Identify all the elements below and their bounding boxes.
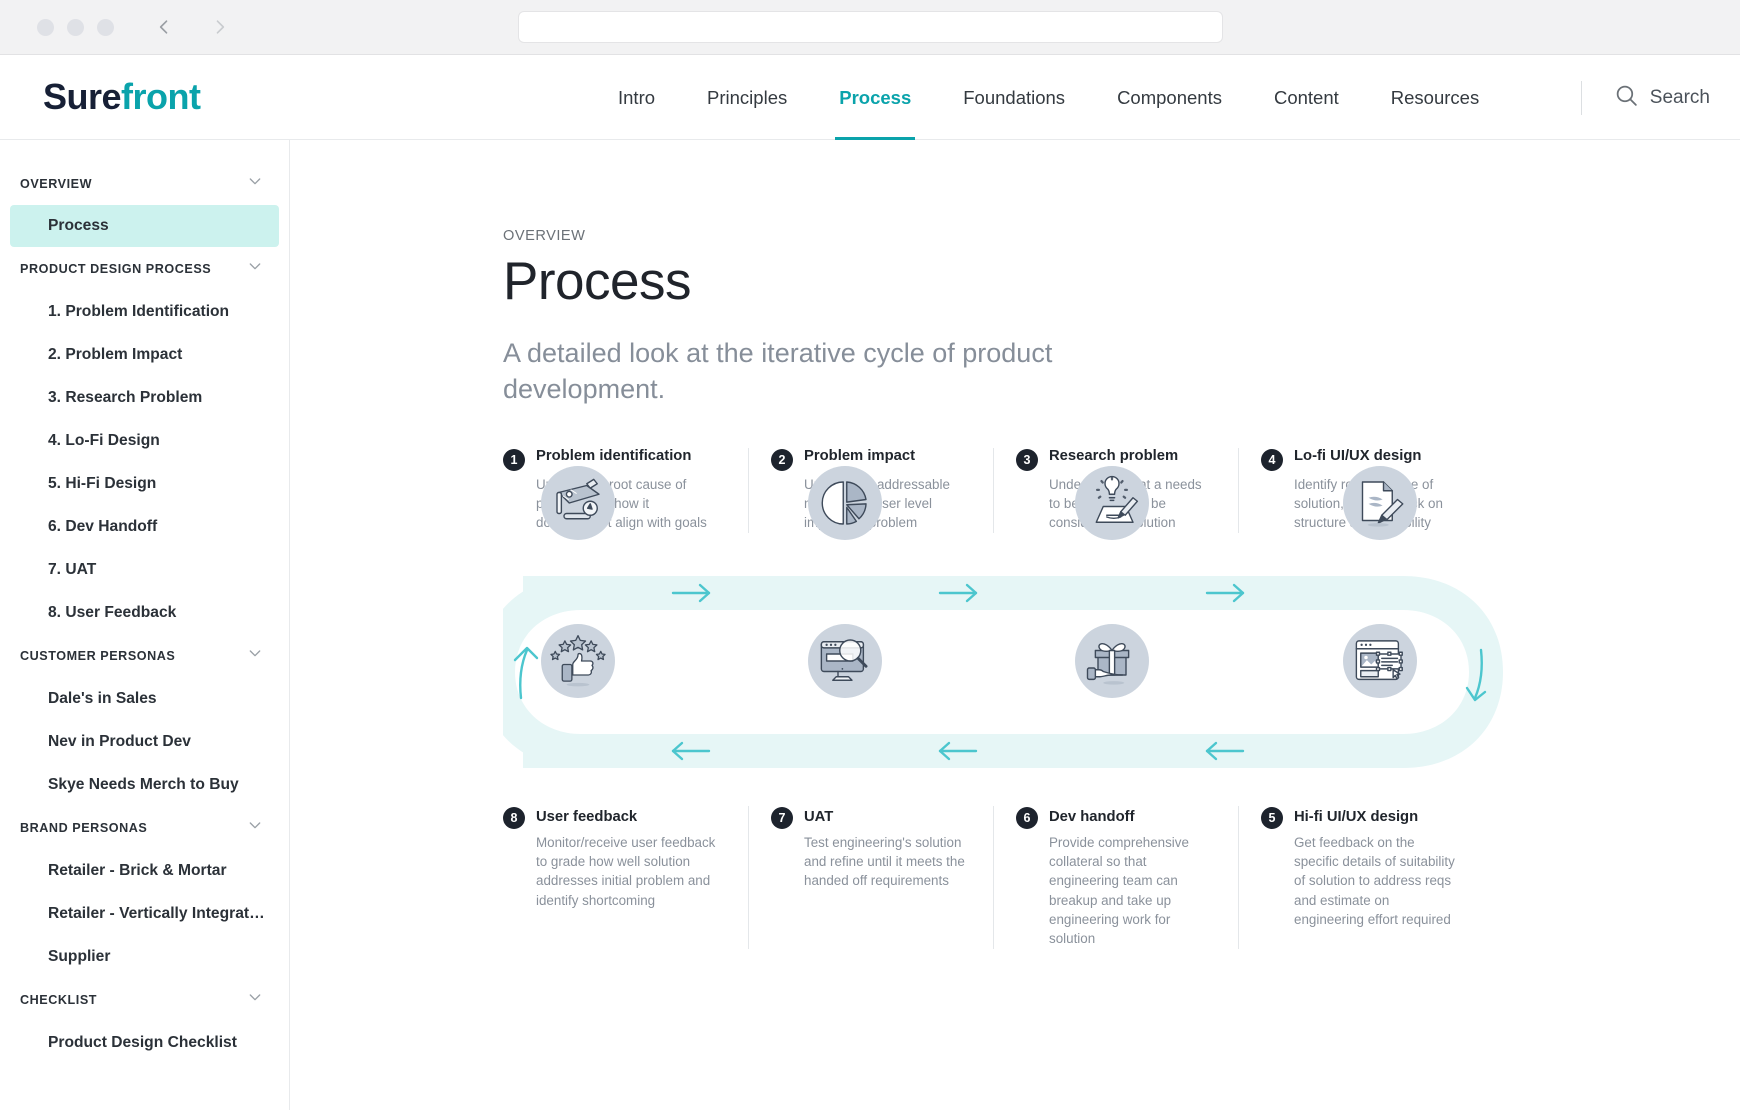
step-title: UAT [804,809,834,826]
nav-item-foundations[interactable]: Foundations [937,55,1091,140]
step-card-5: 5 Hi-fi UI/UX design Get feedback on the… [1238,805,1483,949]
process-node-7[interactable] [808,623,882,698]
chevron-down-icon[interactable] [247,258,263,279]
chevron-right-icon[interactable] [210,17,230,37]
top-navigation: Intro Principles Process Foundations Com… [592,55,1505,140]
step-card-6: 6 Dev handoff Provide comprehensive coll… [993,805,1238,949]
step-title: Dev handoff [1049,809,1135,826]
process-node-1[interactable] [541,465,615,540]
bottom-step-labels: 8 User feedback Monitor/receive user fee… [503,805,1543,949]
step-badge: 7 [771,806,793,829]
sidebar-group-checklist[interactable]: CHECKLIST [0,978,289,1021]
step-description: Test engineering's solution and refine u… [804,834,965,889]
step-badge: 6 [1016,806,1038,829]
process-node-8[interactable] [541,623,615,698]
process-node-3[interactable] [1075,465,1149,540]
wireframe-mockup-icon [1352,633,1408,689]
sidebar-group-label: CHECKLIST [20,992,98,1007]
step-title: User feedback [536,809,638,826]
gift-hand-icon [1084,633,1140,689]
process-node-4[interactable] [1343,465,1417,540]
process-cycle-diagram: 1 Problem identification Understand root… [481,447,1563,949]
process-node-2[interactable] [808,465,882,540]
sidebar-item-supplier[interactable]: Supplier [0,935,289,978]
nav-item-principles[interactable]: Principles [681,55,813,140]
sidebar-item-user-feedback[interactable]: 8. User Feedback [0,591,289,634]
step-title: Hi-fi UI/UX design [1294,809,1419,826]
search-icon [1614,83,1639,113]
sidebar-item-dev-handoff[interactable]: 6. Dev Handoff [0,505,289,548]
sidebar-group-product-design-process[interactable]: PRODUCT DESIGN PROCESS [0,247,289,290]
step-card-7: 7 UAT Test engineering's solution and re… [748,805,993,949]
step-card-8: 8 User feedback Monitor/receive user fee… [503,806,748,949]
sidebar-item-process[interactable]: Process [10,205,279,247]
sidebar-item-retailer-vertically-integrated[interactable]: Retailer - Vertically Integrat… [0,892,289,935]
logo-text-part2: front [121,76,201,117]
step-description: Monitor/receive user feedback to grade h… [536,834,716,908]
sidebar-group-customer-personas[interactable]: CUSTOMER PERSONAS [0,634,289,677]
lightbulb-pencil-icon [1084,475,1140,531]
sidebar-group-label: OVERVIEW [20,176,93,191]
sidebar-item-retailer-brick-mortar[interactable]: Retailer - Brick & Mortar [0,849,289,892]
browser-chrome [0,0,1740,55]
monitor-magnifier-icon [817,633,873,689]
logo-text-part1: Sure [43,76,122,117]
nav-item-content[interactable]: Content [1248,55,1365,140]
sidebar-group-overview[interactable]: OVERVIEW [0,162,289,205]
nav-item-process[interactable]: Process [813,55,937,140]
pie-chart-icon [817,475,873,531]
thumbs-up-stars-icon [550,633,606,689]
step-badge: 5 [1261,806,1283,829]
process-node-5[interactable] [1343,623,1417,698]
map-compass-pencil-icon [550,475,606,531]
sidebar-item-lo-fi-design[interactable]: 4. Lo-Fi Design [0,419,289,462]
nav-item-intro[interactable]: Intro [592,55,681,140]
breadcrumb: OVERVIEW [503,228,586,244]
sidebar-item-skye-needs-merch[interactable]: Skye Needs Merch to Buy [0,763,289,806]
window-maximize-dot[interactable] [97,18,114,36]
sidebar-item-nev-in-product-dev[interactable]: Nev in Product Dev [0,720,289,763]
main-content: OVERVIEW Process A detailed look at the … [290,140,1740,1110]
search-button[interactable]: Search [1614,55,1710,140]
chevron-down-icon[interactable] [247,645,263,666]
sidebar-item-dales-in-sales[interactable]: Dale's in Sales [0,677,289,720]
search-label: Search [1649,86,1710,108]
brand-logo[interactable]: Surefront [43,76,201,118]
step-description: Get feedback on the specific details of … [1294,834,1455,927]
step-description: Provide comprehensive collateral so that… [1049,834,1189,947]
nav-item-components[interactable]: Components [1091,55,1248,140]
site-header: Surefront Intro Principles Process Found… [0,55,1740,140]
chevron-down-icon[interactable] [247,989,263,1010]
window-traffic-lights [37,18,114,36]
process-node-6[interactable] [1075,623,1149,698]
sidebar-item-uat[interactable]: 7. UAT [0,548,289,591]
chevron-left-icon[interactable] [154,17,174,37]
chevron-down-icon[interactable] [247,173,263,194]
window-minimize-dot[interactable] [67,18,84,36]
process-icon-nodes [503,448,1543,718]
step-badge: 8 [503,806,525,829]
chevron-down-icon[interactable] [247,817,263,838]
sidebar-item-problem-impact[interactable]: 2. Problem Impact [0,333,289,376]
sidebar-group-label: PRODUCT DESIGN PROCESS [20,261,212,276]
window-close-dot[interactable] [37,18,54,36]
sidebar: OVERVIEW Process PRODUCT DESIGN PROCESS … [0,140,290,1110]
nav-item-resources[interactable]: Resources [1365,55,1505,140]
page-title: Process [503,252,691,311]
sidebar-item-hi-fi-design[interactable]: 5. Hi-Fi Design [0,462,289,505]
header-divider [1581,81,1582,115]
sidebar-group-label: BRAND PERSONAS [20,820,148,835]
sidebar-item-research-problem[interactable]: 3. Research Problem [0,376,289,419]
sidebar-item-problem-identification[interactable]: 1. Problem Identification [0,290,289,333]
sidebar-group-label: CUSTOMER PERSONAS [20,648,176,663]
sidebar-group-brand-personas[interactable]: BRAND PERSONAS [0,806,289,849]
page-subtitle: A detailed look at the iterative cycle o… [503,338,1053,404]
document-pencil-icon [1352,475,1408,531]
sidebar-item-product-design-checklist[interactable]: Product Design Checklist [0,1021,289,1064]
browser-nav-buttons [154,17,230,37]
url-bar[interactable] [518,11,1223,43]
